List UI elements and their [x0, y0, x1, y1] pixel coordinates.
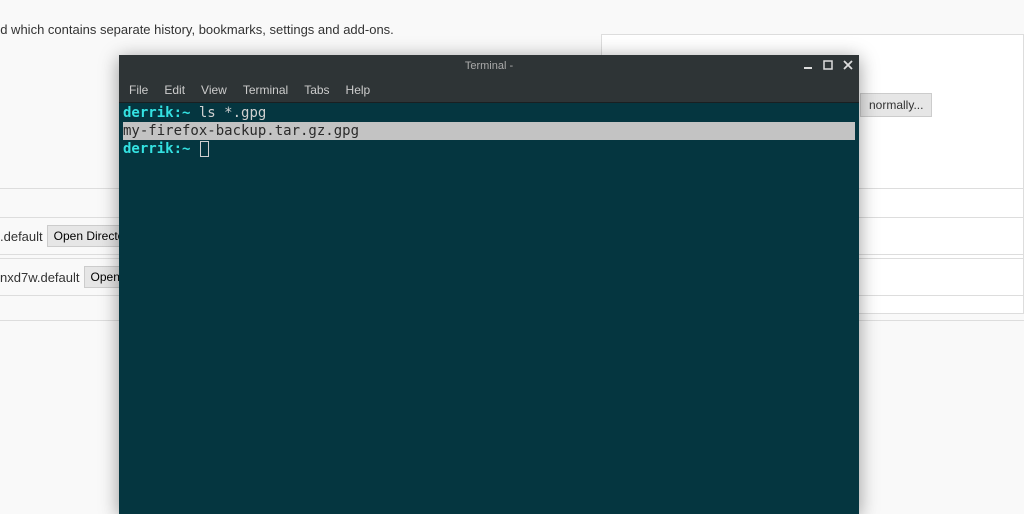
- menu-edit[interactable]: Edit: [164, 83, 185, 97]
- profile-description-text: rld which contains separate history, boo…: [0, 22, 394, 37]
- cursor-icon: [200, 141, 209, 157]
- profile-name-1: .default: [0, 229, 43, 244]
- menu-help[interactable]: Help: [346, 83, 371, 97]
- menu-tabs[interactable]: Tabs: [304, 83, 329, 97]
- terminal-titlebar[interactable]: Terminal -: [119, 55, 859, 77]
- close-icon[interactable]: [841, 58, 855, 72]
- terminal-line-2: derrik:~: [123, 140, 855, 158]
- menu-view[interactable]: View: [201, 83, 227, 97]
- terminal-window: Terminal - File Edit View Terminal Tabs …: [119, 55, 859, 514]
- window-controls: [801, 58, 855, 72]
- command-2: [190, 141, 198, 157]
- prompt-1: derrik:~: [123, 105, 190, 121]
- terminal-output-1: my-firefox-backup.tar.gz.gpg: [123, 122, 855, 140]
- menu-terminal[interactable]: Terminal: [243, 83, 288, 97]
- command-1: ls *.gpg: [190, 105, 266, 121]
- maximize-icon[interactable]: [821, 58, 835, 72]
- terminal-line-1: derrik:~ ls *.gpg: [123, 104, 855, 122]
- profile-name-2: nxd7w.default: [0, 270, 80, 285]
- restart-normally-button[interactable]: normally...: [860, 93, 932, 117]
- menu-file[interactable]: File: [129, 83, 148, 97]
- terminal-title: Terminal -: [465, 60, 513, 72]
- prompt-2: derrik:~: [123, 141, 190, 157]
- terminal-menubar: File Edit View Terminal Tabs Help: [119, 77, 859, 103]
- minimize-icon[interactable]: [801, 58, 815, 72]
- terminal-body[interactable]: derrik:~ ls *.gpg my-firefox-backup.tar.…: [119, 103, 859, 514]
